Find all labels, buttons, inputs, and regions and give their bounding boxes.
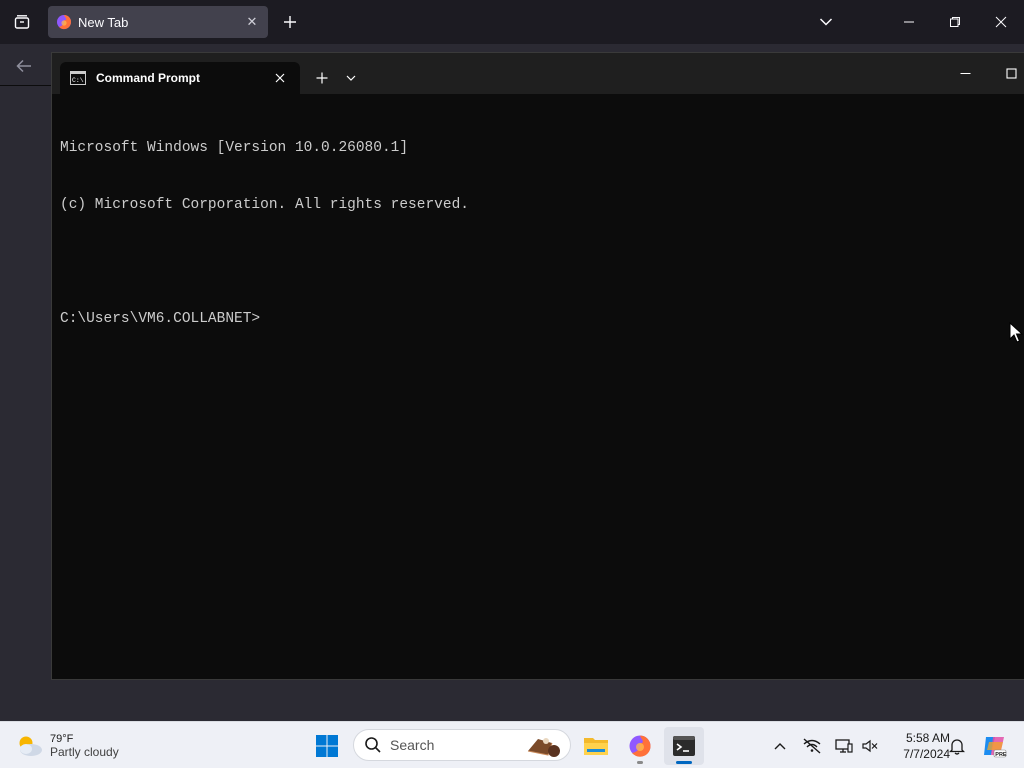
browser-tab-new-tab[interactable]: New Tab ✕ [48, 6, 268, 38]
svg-text:PRE: PRE [995, 752, 1007, 758]
svg-text:C:\: C:\ [72, 77, 84, 84]
terminal-title-bar: C:\ Command Prompt [52, 53, 1024, 94]
firefox-taskbar-button[interactable] [620, 727, 660, 765]
terminal-tab-command-prompt[interactable]: C:\ Command Prompt [60, 62, 300, 94]
restore-icon[interactable] [932, 0, 978, 44]
bell-icon[interactable] [942, 727, 972, 765]
chevron-down-icon[interactable] [813, 10, 839, 34]
search-highlight-icon [527, 738, 560, 757]
chevron-up-icon[interactable] [762, 727, 798, 765]
close-window-icon[interactable] [978, 0, 1024, 44]
minimize-icon[interactable] [942, 53, 988, 94]
file-explorer-icon [584, 738, 608, 755]
volume-icon[interactable] [856, 727, 884, 765]
taskbar: 79°F Partly cloudy Search 5:58 AM 7/7/20… [0, 721, 1024, 768]
maximize-icon[interactable] [988, 53, 1024, 94]
plus-icon[interactable] [310, 66, 334, 90]
terminal-icon [673, 736, 695, 756]
system-clock[interactable]: 5:58 AM 7/7/2024 [884, 728, 950, 764]
search-placeholder: Search [390, 737, 435, 753]
browser-tab-title: New Tab [78, 14, 129, 30]
weather-description: Partly cloudy [50, 745, 119, 759]
desktop: New Tab ✕ C:\ Command Prompt Microsoft W… [0, 0, 1024, 768]
mouse-pointer-icon [1009, 322, 1023, 343]
partly-cloudy-icon [19, 736, 42, 756]
terminal-taskbar-button[interactable] [664, 727, 704, 765]
close-icon[interactable] [266, 64, 294, 92]
terminal-output[interactable]: Microsoft Windows [Version 10.0.26080.1]… [60, 101, 1020, 661]
weather-widget[interactable]: 79°F Partly cloudy [14, 728, 119, 764]
terminal-window: C:\ Command Prompt Microsoft Windows [Ve… [51, 52, 1024, 680]
running-indicator [637, 761, 643, 764]
firefox-icon [629, 735, 651, 757]
plus-icon[interactable] [278, 10, 302, 34]
search-input[interactable]: Search [353, 729, 571, 761]
start-button[interactable] [307, 727, 347, 765]
minimize-icon[interactable] [886, 0, 932, 44]
copilot-icon[interactable]: PRE [974, 727, 1014, 765]
tab-list-icon[interactable] [0, 0, 44, 44]
close-icon[interactable]: ✕ [240, 10, 264, 34]
command-prompt-icon: C:\ [70, 71, 86, 85]
weather-temperature: 79°F [50, 733, 74, 745]
firefox-icon [57, 15, 72, 30]
terminal-tab-title: Command Prompt [96, 71, 201, 85]
file-explorer-button[interactable] [576, 727, 616, 765]
network-icon[interactable] [796, 727, 828, 765]
firefox-tab-bar: New Tab ✕ [0, 0, 1024, 44]
start-icon [316, 735, 338, 757]
search-icon [365, 737, 381, 753]
terminal-line: (c) Microsoft Corporation. All rights re… [60, 197, 469, 213]
active-indicator [676, 761, 692, 764]
back-arrow-icon[interactable] [10, 52, 38, 80]
chevron-down-icon[interactable] [340, 66, 362, 90]
terminal-prompt: C:\Users\VM6.COLLABNET> [60, 311, 261, 327]
terminal-line: Microsoft Windows [Version 10.0.26080.1] [60, 140, 409, 156]
